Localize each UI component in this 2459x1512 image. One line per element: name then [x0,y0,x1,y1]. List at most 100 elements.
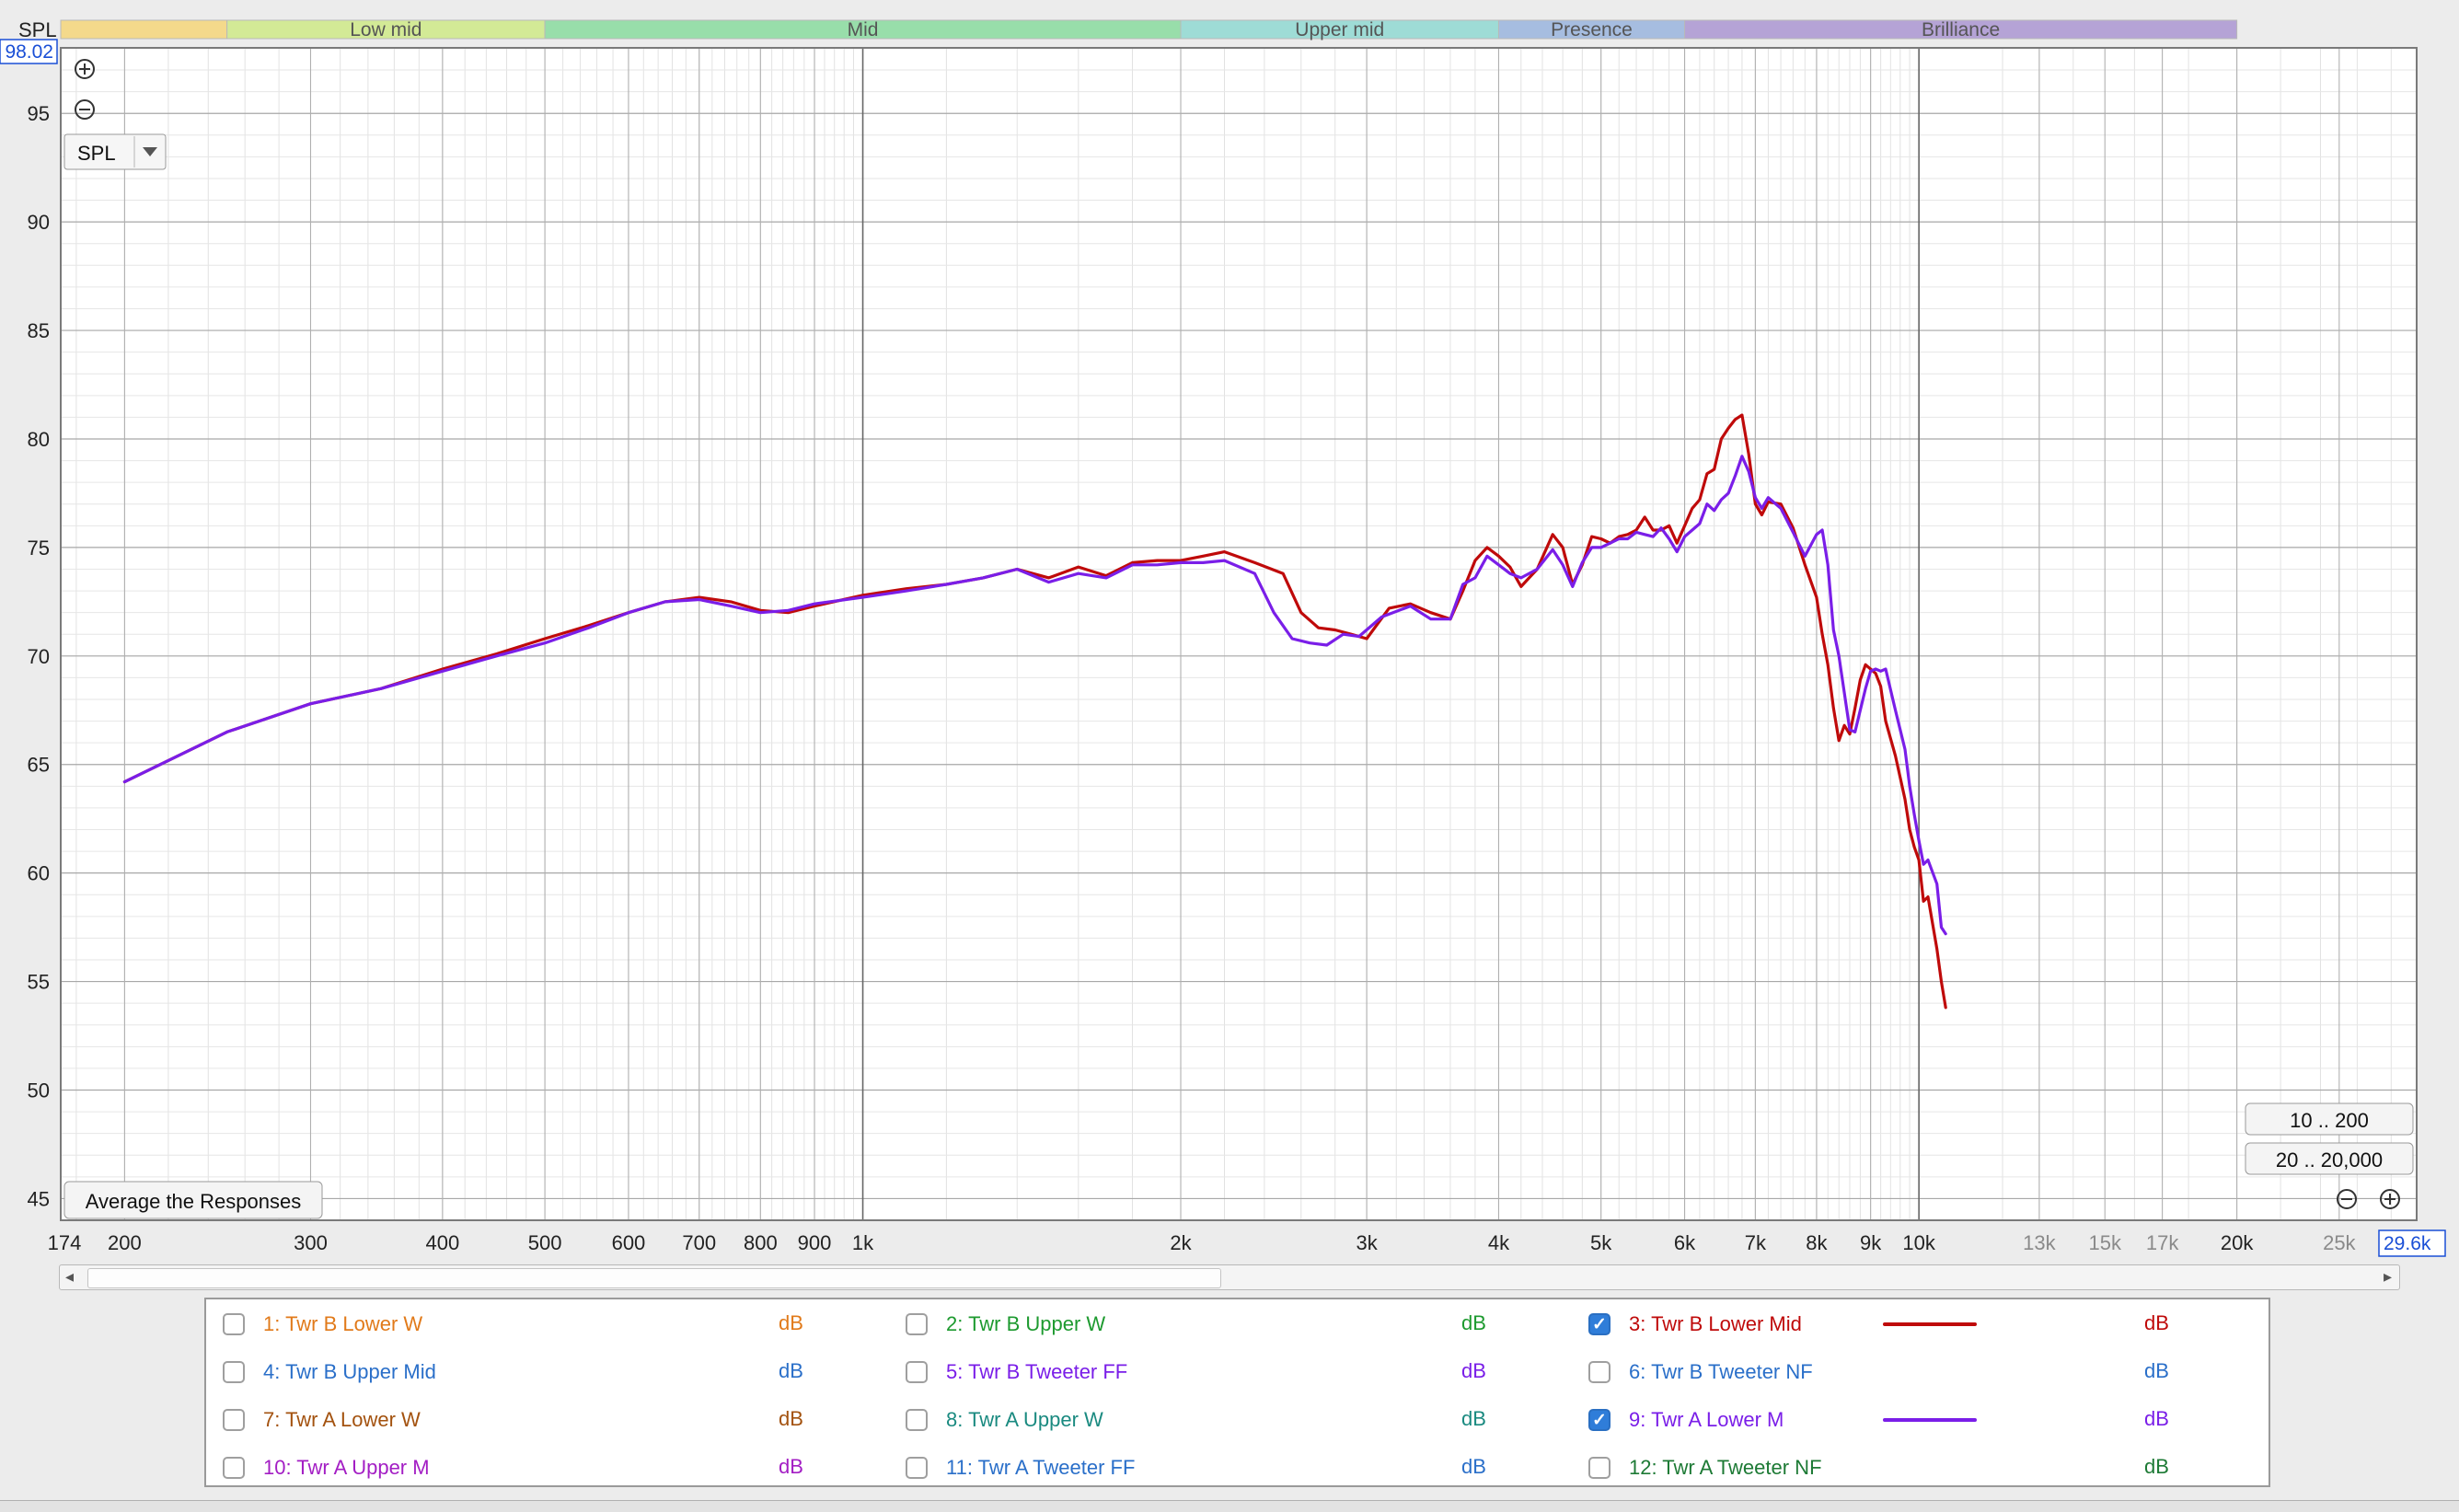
y-tick-label: 70 [28,645,50,668]
x-tick-label: 300 [294,1231,328,1254]
legend-unit: dB [1461,1407,1486,1430]
x-tick-label: 2k [1170,1231,1192,1254]
legend-item[interactable]: 2: Twr B Upper W [906,1309,1105,1340]
y-tick-label: 90 [28,211,50,234]
x-tick-label: 17k [2146,1231,2179,1254]
legend-item[interactable]: 10: Twr A Upper M [223,1452,430,1483]
legend-checkbox[interactable] [223,1313,245,1335]
x-tick-label: 400 [426,1231,460,1254]
x-tick-label: 8k [1806,1231,1828,1254]
legend-checkbox[interactable] [223,1409,245,1431]
band-label-2: Mid [848,19,879,40]
y-tick-label: 50 [28,1079,50,1102]
range-20-20000-button[interactable]: 20 .. 20,000 [2245,1142,2414,1175]
x-tick-label: 1k [852,1231,874,1254]
x-max-readout[interactable]: 29.6k [2384,1233,2431,1254]
range-20-20000-label: 20 .. 20,000 [2276,1148,2383,1172]
legend-label: 12: Twr A Tweeter NF [1629,1456,1822,1479]
legend-item[interactable]: 1: Twr B Lower W [223,1309,422,1340]
legend-label: 9: Twr A Lower M [1629,1408,1784,1431]
legend-checkbox[interactable] [1588,1313,1610,1335]
y-tick-label: 95 [28,102,50,125]
legend-label: 8: Twr A Upper W [946,1408,1103,1431]
y-max-readout[interactable]: 98.02 [5,41,53,63]
x-tick-label: 4k [1488,1231,1510,1254]
average-responses-label: Average the Responses [86,1190,301,1213]
legend-checkbox[interactable] [906,1313,928,1335]
spl-select[interactable]: SPL [63,133,167,170]
y-tick-label: 60 [28,862,50,885]
legend-line-sample [1883,1322,1977,1326]
legend-item[interactable]: 9: Twr A Lower M [1588,1404,1784,1436]
y-tick-label: 75 [28,537,50,560]
legend-label: 11: Twr A Tweeter FF [946,1456,1136,1479]
horizontal-scrollbar[interactable]: ◂ ▸ [59,1264,2400,1290]
status-bar [0,1500,2459,1512]
legend-checkbox[interactable] [223,1457,245,1479]
legend-label: 7: Twr A Lower W [263,1408,421,1431]
legend-checkbox[interactable] [906,1457,928,1479]
legend-checkbox[interactable] [906,1409,928,1431]
y-tick-label: 45 [28,1187,50,1210]
x-tick-label: 600 [612,1231,646,1254]
legend-item[interactable]: 5: Twr B Tweeter FF [906,1356,1127,1388]
legend-checkbox[interactable] [223,1361,245,1383]
band-label-3: Upper mid [1295,19,1384,40]
range-10-200-label: 10 .. 200 [2290,1109,2369,1132]
scroll-right-icon[interactable]: ▸ [2384,1267,2392,1287]
x-tick-label: 7k [1745,1231,1767,1254]
band-label-1: Low mid [350,19,421,40]
legend-label: 4: Twr B Upper Mid [263,1360,436,1383]
measurement-legend: 1: Twr B Lower W dB 2: Twr B Upper W dB 3: T… [204,1298,2270,1487]
legend-item[interactable]: 11: Twr A Tweeter FF [906,1452,1135,1483]
legend-unit: dB [2144,1311,2169,1334]
x-tick-label: 6k [1674,1231,1696,1254]
x-tick-label: 900 [798,1231,832,1254]
legend-checkbox[interactable] [1588,1457,1610,1479]
band-label-5: Brilliance [1922,19,2000,40]
legend-unit: dB [1461,1359,1486,1382]
legend-unit: dB [2144,1455,2169,1478]
legend-unit: dB [2144,1407,2169,1430]
legend-line-sample [1883,1418,1977,1422]
x-tick-label: 25k [2323,1231,2356,1254]
x-tick-label: 20k [2221,1231,2254,1254]
average-responses-button[interactable]: Average the Responses [63,1181,323,1219]
legend-item[interactable]: 8: Twr A Upper W [906,1404,1103,1436]
y-tick-label: 65 [28,754,50,777]
legend-label: 2: Twr B Upper W [946,1312,1106,1335]
range-10-200-button[interactable]: 10 .. 200 [2245,1102,2414,1136]
x-tick-label: 3k [1356,1231,1378,1254]
legend-label: 1: Twr B Lower W [263,1312,423,1335]
legend-checkbox[interactable] [1588,1361,1610,1383]
x-tick-label: 15k [2088,1231,2121,1254]
x-min-readout[interactable]: 174 [48,1231,82,1254]
legend-checkbox[interactable] [1588,1409,1610,1431]
y-axis-title: SPL [18,18,57,41]
band-label-4: Presence [1551,19,1633,40]
scroll-left-icon[interactable]: ◂ [65,1267,74,1287]
legend-unit: dB [1461,1455,1486,1478]
legend-item[interactable]: 3: Twr B Lower Mid [1588,1309,1802,1340]
x-tick-label: 10k [1902,1231,1935,1254]
x-tick-label: 800 [744,1231,778,1254]
scrollbar-thumb[interactable] [87,1268,1221,1288]
frequency-response-chart[interactable]: Low mid Mid Upper mid Presence Brilliance 95… [0,0,2459,1288]
legend-unit: dB [2144,1359,2169,1382]
x-tick-label: 13k [2023,1231,2056,1254]
x-tick-label: 700 [682,1231,716,1254]
legend-unit: dB [779,1311,803,1334]
x-tick-label: 5k [1590,1231,1612,1254]
legend-item[interactable]: 6: Twr B Tweeter NF [1588,1356,1813,1388]
legend-checkbox[interactable] [906,1361,928,1383]
legend-unit: dB [1461,1311,1486,1334]
legend-item[interactable]: 4: Twr B Upper Mid [223,1356,436,1388]
y-tick-label: 80 [28,428,50,451]
legend-label: 5: Twr B Tweeter FF [946,1360,1128,1383]
legend-item[interactable]: 7: Twr A Lower W [223,1404,421,1436]
legend-unit: dB [779,1407,803,1430]
legend-label: 10: Twr A Upper M [263,1456,430,1479]
legend-item[interactable]: 12: Twr A Tweeter NF [1588,1452,1822,1483]
x-tick-label: 200 [108,1231,142,1254]
x-tick-label: 500 [528,1231,562,1254]
